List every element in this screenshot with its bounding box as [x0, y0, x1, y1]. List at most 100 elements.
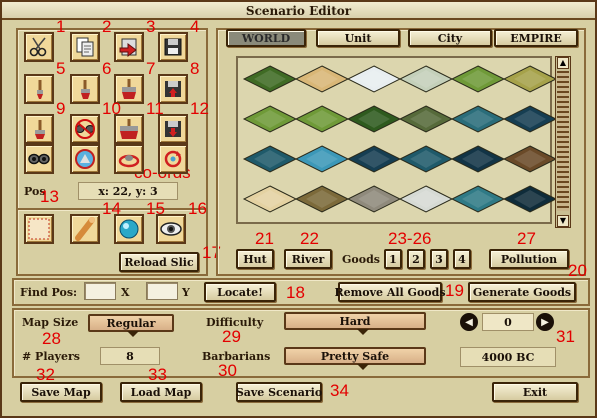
terrain-tile-grid: [236, 56, 558, 224]
terrain-tile-shelf[interactable]: [450, 184, 506, 214]
brush-tool-button[interactable]: [24, 114, 54, 144]
annotation-28: 28: [42, 329, 61, 348]
terrain-tile-oasis[interactable]: [294, 144, 350, 174]
crystal-orb-icon: [119, 219, 139, 239]
terrain-tile-ocean[interactable]: [398, 144, 454, 174]
generate-goods-button[interactable]: Generate Goods: [468, 282, 576, 302]
annotation-33: 33: [148, 365, 167, 384]
save-scenario-button[interactable]: Save Scenario: [236, 382, 322, 402]
log-tool-button[interactable]: [70, 214, 100, 244]
exit-button[interactable]: Exit: [492, 382, 578, 402]
terrain-tile-plains[interactable]: [502, 64, 558, 94]
terrain-tile-hills[interactable]: [294, 184, 350, 214]
no-eyes-icon: [75, 119, 95, 139]
disk-up-icon: [165, 81, 181, 97]
scroll-thumb[interactable]: [557, 71, 569, 211]
rotate-cursor-tool-button[interactable]: [158, 144, 188, 174]
remove-all-goods-button[interactable]: Remove All Goods: [335, 282, 446, 302]
small-brush-tool-button[interactable]: [24, 74, 54, 104]
terrain-scrollbar[interactable]: ▲ ▼: [555, 56, 571, 228]
terrain-tile-ocean-dark[interactable]: [450, 144, 506, 174]
goods-2-button[interactable]: 2: [407, 249, 425, 269]
save-disk-icon: [164, 38, 182, 56]
annotation-21: 21: [255, 229, 274, 248]
scroll-down-icon[interactable]: ▼: [557, 215, 569, 227]
map-size-value: Regular: [106, 316, 156, 330]
paste-document-tool-button[interactable]: [114, 32, 144, 62]
difficulty-dropdown[interactable]: Hard: [284, 312, 426, 335]
annotation-32: 32: [36, 365, 55, 384]
selection-box-tool-button[interactable]: [24, 214, 54, 244]
goods-1-button[interactable]: 1: [384, 249, 402, 269]
year-increment-icon[interactable]: ▶: [536, 313, 554, 331]
hut-button[interactable]: Hut: [236, 249, 274, 269]
terrain-tile-ocean[interactable]: [242, 144, 298, 174]
find-x-input[interactable]: [84, 282, 116, 300]
terrain-tile-grassland[interactable]: [450, 64, 506, 94]
goods-4-button[interactable]: 4: [453, 249, 471, 269]
map-size-dropdown[interactable]: Regular: [88, 314, 174, 337]
load-map-button[interactable]: Load Map: [120, 382, 202, 402]
terrain-tile-forest[interactable]: [242, 64, 298, 94]
goods-3-button[interactable]: 3: [430, 249, 448, 269]
goods-label: Goods: [342, 253, 380, 266]
ring-cursor-tool-button[interactable]: [114, 144, 144, 174]
save-disk-tool-button[interactable]: [158, 32, 188, 62]
pollution-button[interactable]: Pollution: [489, 249, 569, 269]
terrain-tile-ocean-deep[interactable]: [346, 144, 402, 174]
barbarians-dropdown[interactable]: Pretty Safe: [284, 347, 426, 370]
brush-icon: [35, 120, 45, 139]
terrain-tile-snow[interactable]: [346, 64, 402, 94]
terrain-tile-grassland[interactable]: [294, 104, 350, 134]
terrain-tile-swamp[interactable]: [398, 104, 454, 134]
terrain-tile-plains-glacier[interactable]: [398, 184, 454, 214]
eyes-tool-button[interactable]: [24, 144, 54, 174]
eye-icon: [160, 222, 182, 236]
terrain-tile-ocean-deep[interactable]: [502, 104, 558, 134]
annotation-1: 1: [56, 17, 66, 36]
chevron-down-icon: [127, 331, 140, 337]
pyramid-lens-icon: [75, 149, 95, 169]
scroll-up-icon[interactable]: ▲: [557, 57, 569, 69]
copy-document-icon: [76, 37, 94, 57]
map-size-label: Map Size: [22, 316, 79, 329]
find-y-input[interactable]: [146, 282, 178, 300]
copy-document-tool-button[interactable]: [70, 32, 100, 62]
reload-slic-button[interactable]: Reload Slic: [119, 252, 199, 272]
wide-brush-tool-button[interactable]: [114, 114, 144, 144]
annotation-23-26: 23-26: [388, 229, 432, 248]
crystal-orb-tool-button[interactable]: [114, 214, 144, 244]
tab-empire[interactable]: EMPIRE: [494, 29, 578, 47]
ring-cursor-icon: [118, 154, 140, 168]
annotation-27: 27: [517, 229, 536, 248]
terrain-tile-dirt[interactable]: [502, 144, 558, 174]
locate-button[interactable]: Locate!: [204, 282, 276, 302]
no-eyes-tool-button[interactable]: [70, 114, 100, 144]
terrain-tile-sand[interactable]: [242, 184, 298, 214]
pyramid-lens-tool-button[interactable]: [70, 144, 100, 174]
tab-city[interactable]: City: [408, 29, 492, 47]
annotation-8: 8: [190, 59, 200, 78]
terrain-tile-grassland[interactable]: [242, 104, 298, 134]
terrain-tile-jungle[interactable]: [346, 104, 402, 134]
terrain-tile-desert[interactable]: [294, 64, 350, 94]
terrain-tile-mountains[interactable]: [346, 184, 402, 214]
medium-brush-icon: [81, 80, 90, 99]
annotation-9: 9: [56, 99, 66, 118]
terrain-tile-tundra[interactable]: [398, 64, 454, 94]
tab-world[interactable]: WORLD: [226, 29, 306, 47]
annotation-22: 22: [300, 229, 319, 248]
scissors-tool-button[interactable]: [24, 32, 54, 62]
terrain-tile-deep-trench[interactable]: [502, 184, 558, 214]
save-map-button[interactable]: Save Map: [20, 382, 102, 402]
annotation-18: 18: [286, 283, 305, 302]
tab-unit[interactable]: Unit: [316, 29, 400, 47]
disk-arrow-icon: [165, 121, 181, 137]
river-button[interactable]: River: [284, 249, 332, 269]
eye-tool-button[interactable]: [156, 214, 186, 244]
annotation-5: 5: [56, 59, 66, 78]
terrain-tile-ocean-shallow[interactable]: [450, 104, 506, 134]
disk-arrow-tool-button[interactable]: [158, 114, 188, 144]
medium-brush-tool-button[interactable]: [70, 74, 100, 104]
year-decrement-icon[interactable]: ◀: [460, 313, 478, 331]
